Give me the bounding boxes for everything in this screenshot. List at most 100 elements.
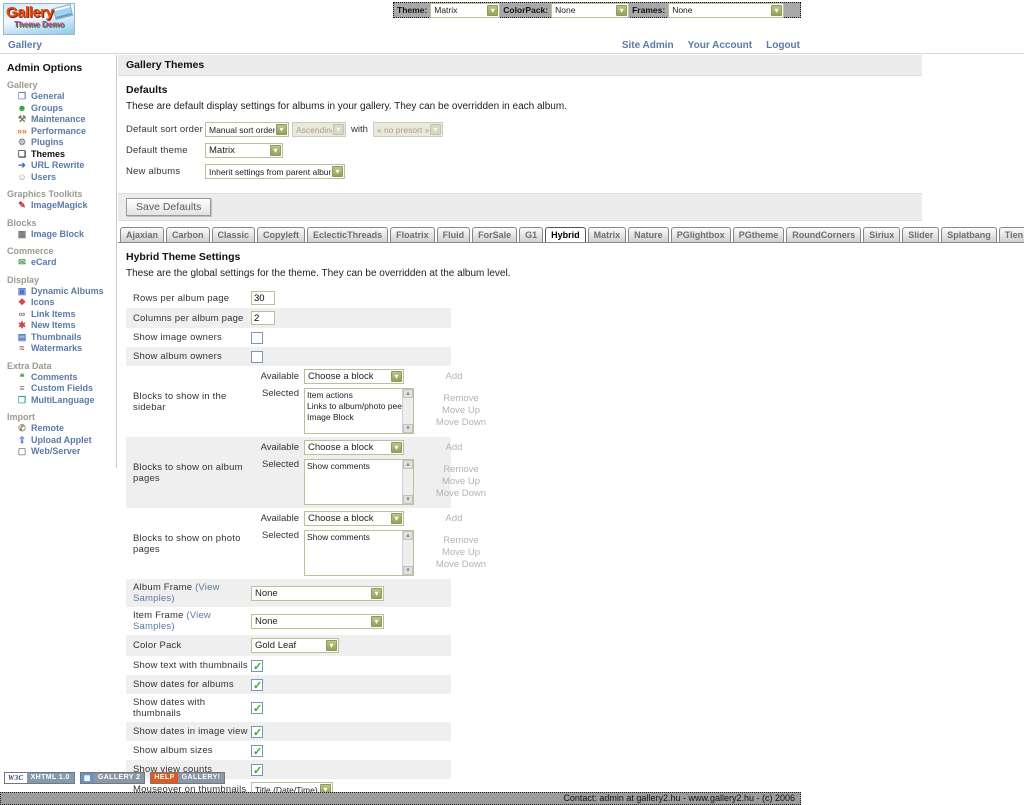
show-view-counts-checkbox[interactable]: [251, 764, 263, 776]
sidebar-item-new-items[interactable]: ✱New Items: [0, 320, 116, 332]
scroll-up-icon[interactable]: ▴: [403, 389, 413, 398]
sidebar-selected-blocks-listbox[interactable]: Item actionsLinks to album/photo peersIm…: [304, 388, 414, 434]
show-dates-in-image-view-checkbox[interactable]: [251, 726, 263, 738]
tab-nature[interactable]: Nature: [628, 227, 669, 242]
sidebar-item-icons[interactable]: ❖Icons: [0, 297, 116, 309]
show-dates-with-thumbnails-checkbox[interactable]: [251, 702, 263, 714]
tab-slider[interactable]: Slider: [902, 227, 939, 242]
color-pack-select[interactable]: Gold Leaf ▾: [251, 638, 339, 653]
sidebar-item-general[interactable]: ❐General: [0, 91, 116, 103]
sidebar-item-upload-applet[interactable]: ⇪Upload Applet: [0, 435, 116, 447]
sidebar-item-image-block[interactable]: ▦Image Block: [0, 229, 116, 241]
tab-hybrid[interactable]: Hybrid: [545, 227, 586, 243]
photo-selected-blocks-listbox[interactable]: Show comments ▴ ▾: [304, 530, 414, 576]
save-defaults-button[interactable]: Save Defaults: [126, 198, 211, 216]
item-frame-select[interactable]: None ▾: [251, 614, 384, 629]
tab-eclecticthreads[interactable]: EclecticThreads: [307, 227, 388, 242]
default-theme-select[interactable]: Matrix ▾: [205, 143, 283, 158]
sidebar-item-users[interactable]: ☺Users: [0, 172, 116, 184]
sort-order-select[interactable]: Manual sort order ▾: [205, 122, 289, 137]
sidebar-item-groups[interactable]: ☻Groups: [0, 103, 116, 115]
album-available-blocks-select[interactable]: Choose a block ▾: [304, 440, 404, 455]
sidebar-item-maintenance[interactable]: ⚒Maintenance: [0, 114, 116, 126]
sidebar-item-imagemagick[interactable]: ✎ImageMagick: [0, 200, 116, 212]
listbox-option[interactable]: Show comments: [307, 532, 402, 543]
scroll-down-icon[interactable]: ▾: [403, 495, 413, 504]
sidebar-item-comments[interactable]: ❝Comments: [0, 372, 116, 384]
tab-ajaxian[interactable]: Ajaxian: [120, 227, 164, 242]
sidebar-item-web-server[interactable]: ▢Web/Server: [0, 446, 116, 458]
sidebar-item-ecard[interactable]: ✉eCard: [0, 257, 116, 269]
tab-matrix[interactable]: Matrix: [588, 227, 627, 242]
remove-link[interactable]: Remove: [443, 535, 478, 547]
scroll-up-icon[interactable]: ▴: [403, 531, 413, 540]
move-down-link[interactable]: Move Down: [436, 488, 486, 500]
listbox-option[interactable]: Image Block: [307, 412, 402, 423]
columns-per-page-input[interactable]: [251, 311, 275, 325]
sidebar-item-watermarks[interactable]: ≈Watermarks: [0, 343, 116, 355]
sidebar-item-custom-fields[interactable]: ≡Custom Fields: [0, 383, 116, 395]
sidebar-item-multilanguage[interactable]: ❒MultiLanguage: [0, 395, 116, 407]
tab-siriux[interactable]: Siriux: [863, 227, 900, 242]
tab-fluid[interactable]: Fluid: [437, 227, 471, 242]
album-frame-select[interactable]: None ▾: [251, 586, 384, 601]
frames-select[interactable]: None▾: [668, 3, 784, 18]
scroll-up-icon[interactable]: ▴: [403, 460, 413, 469]
show-image-owners-checkbox[interactable]: [251, 332, 263, 344]
listbox-scrollbar[interactable]: ▴ ▾: [402, 460, 413, 504]
listbox-scrollbar[interactable]: ▴ ▾: [402, 531, 413, 575]
rows-per-page-input[interactable]: [251, 291, 275, 305]
tab-classic[interactable]: Classic: [212, 227, 256, 242]
w3c-xhtml-badge[interactable]: W3CXHTML 1.0: [4, 772, 75, 784]
add-link[interactable]: Add: [424, 513, 484, 524]
sidebar-item-link-items[interactable]: ∞Link Items: [0, 309, 116, 321]
theme-select[interactable]: Matrix▾: [430, 3, 500, 18]
gallery2-badge[interactable]: ▩GALLERY 2: [80, 772, 146, 784]
logout-link[interactable]: Logout: [766, 40, 800, 51]
listbox-option[interactable]: Links to album/photo peers: [307, 401, 402, 412]
sidebar-available-blocks-select[interactable]: Choose a block ▾: [304, 369, 404, 384]
breadcrumb-gallery[interactable]: Gallery: [8, 40, 42, 51]
scroll-down-icon[interactable]: ▾: [403, 424, 413, 433]
move-up-link[interactable]: Move Up: [442, 476, 480, 488]
listbox-option[interactable]: Show comments: [307, 461, 402, 472]
photo-available-blocks-select[interactable]: Choose a block ▾: [304, 511, 404, 526]
sidebar-item-plugins[interactable]: ⚙Plugins: [0, 137, 116, 149]
sidebar-item-thumbnails[interactable]: ▤Thumbnails: [0, 332, 116, 344]
show-text-with-thumbnails-checkbox[interactable]: [251, 660, 263, 672]
sidebar-item-remote[interactable]: ✆Remote: [0, 423, 116, 435]
gallery-logo[interactable]: Gallery Theme Demo: [3, 3, 75, 35]
tab-carbon[interactable]: Carbon: [166, 227, 210, 242]
site-admin-link[interactable]: Site Admin: [622, 40, 674, 51]
add-link[interactable]: Add: [424, 371, 484, 382]
tab-pglightbox[interactable]: PGlightbox: [671, 227, 731, 242]
new-albums-select[interactable]: Inherit settings from parent album ▾: [205, 164, 345, 179]
tab-g1[interactable]: G1: [519, 227, 543, 242]
tab-floatrix[interactable]: Floatrix: [390, 227, 435, 242]
album-selected-blocks-listbox[interactable]: Show comments ▴ ▾: [304, 459, 414, 505]
show-album-owners-checkbox[interactable]: [251, 351, 263, 363]
your-account-link[interactable]: Your Account: [688, 40, 752, 51]
tab-roundcorners[interactable]: RoundCorners: [786, 227, 861, 242]
show-album-sizes-checkbox[interactable]: [251, 745, 263, 757]
sidebar-item-themes[interactable]: ❏Themes: [0, 149, 116, 161]
listbox-scrollbar[interactable]: ▴ ▾: [402, 389, 413, 433]
tab-splatbang[interactable]: Splatbang: [941, 227, 997, 242]
scroll-down-icon[interactable]: ▾: [403, 566, 413, 575]
sidebar-item-url-rewrite[interactable]: ➔URL Rewrite: [0, 160, 116, 172]
colorpack-select[interactable]: None▾: [551, 3, 629, 18]
help-gallery-badge[interactable]: HELPGALLERY!: [150, 772, 225, 784]
move-down-link[interactable]: Move Down: [436, 417, 486, 429]
tab-forsale[interactable]: ForSale: [472, 227, 517, 242]
remove-link[interactable]: Remove: [443, 464, 478, 476]
listbox-option[interactable]: Item actions: [307, 390, 402, 401]
show-dates-for-albums-checkbox[interactable]: [251, 679, 263, 691]
add-link[interactable]: Add: [424, 442, 484, 453]
sidebar-item-dynamic-albums[interactable]: ▣Dynamic Albums: [0, 286, 116, 298]
move-down-link[interactable]: Move Down: [436, 559, 486, 571]
move-up-link[interactable]: Move Up: [442, 405, 480, 417]
tab-pgtheme[interactable]: PGtheme: [733, 227, 785, 242]
remove-link[interactable]: Remove: [443, 393, 478, 405]
tab-copyleft[interactable]: Copyleft: [257, 227, 305, 242]
tab-tien[interactable]: Tien: [999, 227, 1024, 242]
